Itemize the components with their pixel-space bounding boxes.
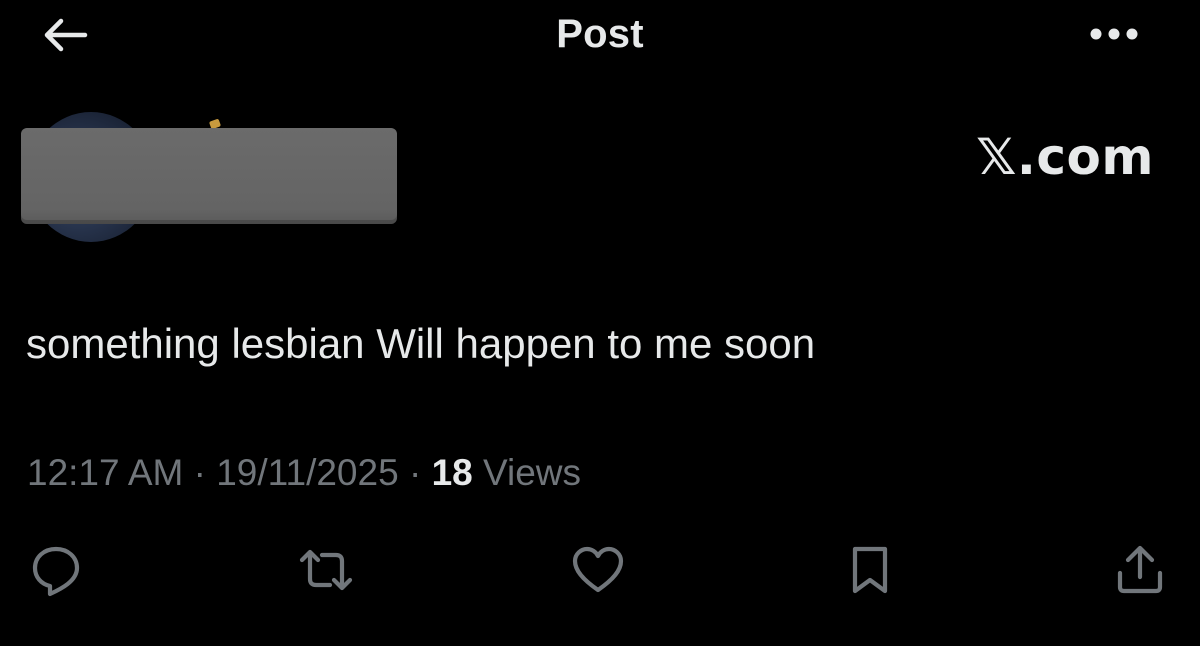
repost-icon [296, 545, 356, 595]
heart-icon [570, 545, 626, 595]
more-horizontal-icon [1089, 27, 1139, 46]
meta-separator: · [193, 452, 206, 493]
views-label[interactable]: Views [483, 452, 581, 493]
x-watermark: 𝕏.com [976, 128, 1154, 186]
post-body-text: something lesbian Will happen to me soon [26, 320, 816, 367]
page-title: Post [556, 12, 644, 56]
post-actions-bar [0, 538, 1200, 602]
post-date: 19/11/2025 [216, 452, 399, 493]
share-icon [1114, 543, 1166, 597]
bookmark-icon [848, 543, 892, 597]
like-button[interactable] [566, 538, 630, 602]
bookmark-button[interactable] [838, 538, 902, 602]
post-metadata: 12:17 AM · 19/11/2025 · 18 Views [27, 452, 581, 494]
top-bar: Post [0, 0, 1200, 70]
redacted-author-name [21, 128, 397, 224]
reply-icon [29, 543, 83, 597]
meta-separator: · [408, 452, 422, 493]
more-options-button[interactable] [1086, 18, 1142, 54]
repost-button[interactable] [294, 538, 358, 602]
views-count[interactable]: 18 [432, 452, 473, 493]
post-time: 12:17 AM [27, 452, 184, 493]
share-button[interactable] [1108, 538, 1172, 602]
reply-button[interactable] [24, 538, 88, 602]
